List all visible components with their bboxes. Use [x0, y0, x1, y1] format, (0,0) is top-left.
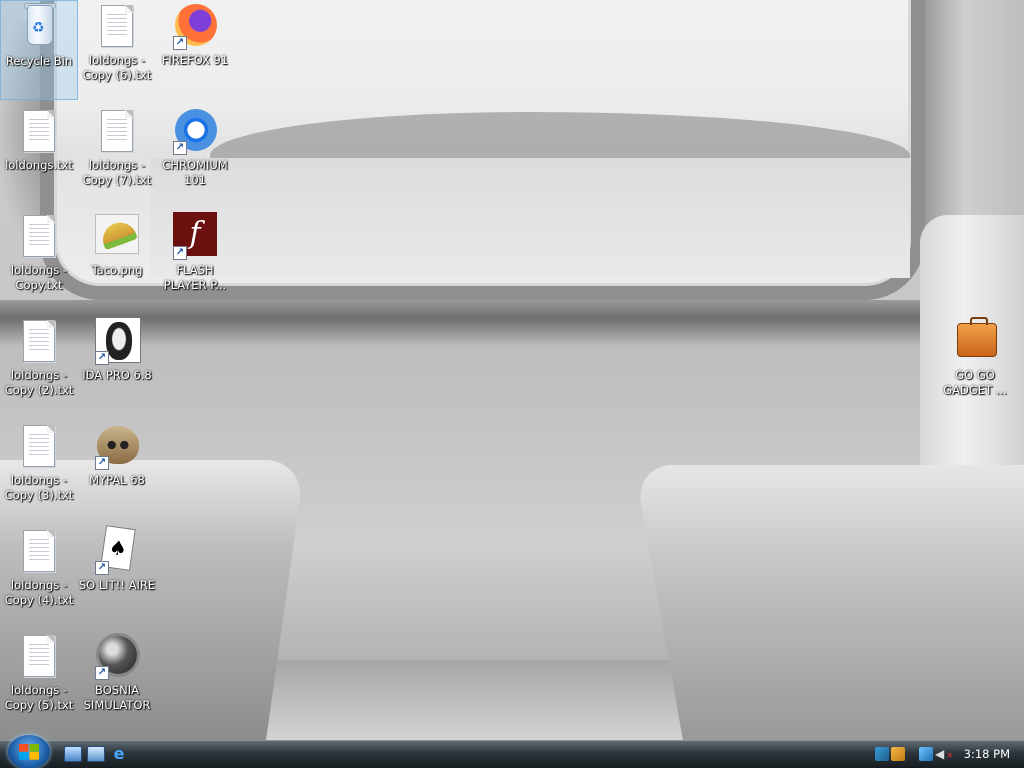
taskbar: e ◀ 3:18 PM	[0, 735, 1024, 768]
icon-label: CHROMIUM 101	[162, 158, 228, 187]
shortcut-arrow-icon: ↗	[95, 561, 109, 575]
desktop-icon-chromium[interactable]: ↗ CHROMIUM 101	[156, 105, 234, 205]
wallpaper-sea	[150, 158, 910, 278]
icon-label: FLASH PLAYER P...	[163, 263, 227, 292]
desktop-icon-loldongs-copy-4[interactable]: loldongs - Copy (4).txt	[0, 525, 78, 625]
desktop-icon-firefox[interactable]: ↗ FIREFOX 91	[156, 0, 234, 100]
desktop-icon-loldongs-copy[interactable]: loldongs - Copy.txt	[0, 210, 78, 310]
icon-label: loldongs - Copy (7).txt	[82, 158, 152, 187]
icon-label: loldongs - Copy (6).txt	[82, 53, 152, 82]
text-file-icon	[15, 212, 63, 260]
volume-muted-icon[interactable]: ◀	[935, 747, 953, 763]
system-tray: ◀ 3:18 PM	[869, 741, 1024, 768]
icon-label: Taco.png	[91, 263, 143, 277]
clock[interactable]: 3:18 PM	[964, 741, 1010, 767]
solitaire-cards-icon: ♠ ↗	[93, 525, 141, 575]
tray-app-icon[interactable]	[875, 747, 889, 761]
icon-label: Recycle Bin	[5, 54, 73, 68]
firefox-icon: ↗	[171, 2, 219, 50]
text-file-icon	[15, 527, 63, 575]
show-desktop-icon[interactable]	[64, 746, 82, 762]
briefcase-icon	[951, 317, 999, 365]
desktop-icon-mypal[interactable]: ↗ MYPAL 68	[78, 420, 156, 520]
mine-icon: ↗	[93, 632, 141, 680]
desktop-icon-go-go-gadget[interactable]: GO GO GADGET ...	[936, 315, 1014, 415]
icon-label: loldongs - Copy (3).txt	[4, 473, 74, 502]
text-file-icon	[15, 632, 63, 680]
text-file-icon	[93, 107, 141, 155]
icon-label: loldongs - Copy.txt	[10, 263, 68, 292]
icon-label: GO GO GADGET ...	[943, 368, 1007, 397]
shortcut-arrow-icon: ↗	[173, 141, 187, 155]
text-file-icon	[93, 2, 141, 50]
desktop-icon-loldongs-copy-3[interactable]: loldongs - Copy (3).txt	[0, 420, 78, 520]
internet-explorer-icon[interactable]: e	[110, 745, 128, 763]
text-file-icon	[15, 107, 63, 155]
icon-label: loldongs - Copy (5).txt	[4, 683, 74, 712]
taco-image-icon	[93, 212, 141, 260]
start-button[interactable]	[8, 735, 50, 768]
mypal-raccoon-icon: ↗	[93, 422, 141, 470]
shortcut-arrow-icon: ↗	[173, 246, 187, 260]
ida-pro-icon: ↗	[93, 317, 141, 365]
windows-logo-icon	[19, 744, 39, 760]
shortcut-arrow-icon: ↗	[95, 351, 109, 365]
icon-label: FIREFOX 91	[161, 53, 229, 67]
icon-label: loldongs - Copy (2).txt	[4, 368, 74, 397]
desktop-icon-bosnia-simulator[interactable]: ↗ BOSNIA SIMULATOR	[78, 630, 156, 730]
desktop-icon-loldongs-copy-6[interactable]: loldongs - Copy (6).txt	[78, 0, 156, 100]
icon-label: BOSNIA SIMULATOR	[83, 683, 151, 712]
desktop-icon-recycle-bin[interactable]: ♻ Recycle Bin	[0, 0, 78, 100]
wallpaper-right-seat	[634, 465, 1024, 740]
icon-label: loldongs.txt	[5, 158, 73, 172]
desktop-icon-flash-player[interactable]: f ↗ FLASH PLAYER P...	[156, 210, 234, 310]
shortcut-arrow-icon: ↗	[173, 36, 187, 50]
desktop-icon-ida-pro[interactable]: ↗ IDA PRO 6.8	[78, 315, 156, 415]
desktop-icon-taco[interactable]: Taco.png	[78, 210, 156, 310]
chromium-icon: ↗	[171, 107, 219, 155]
desktop-icon-loldongs-copy-2[interactable]: loldongs - Copy (2).txt	[0, 315, 78, 415]
desktop-icon-solitaire[interactable]: ♠ ↗ SO LIT!! AIRE	[78, 525, 156, 625]
desktop-icon-loldongs[interactable]: loldongs.txt	[0, 105, 78, 205]
switch-windows-icon[interactable]	[87, 746, 105, 762]
recycle-bin-icon: ♻	[15, 3, 63, 51]
icon-label: IDA PRO 6.8	[82, 368, 152, 382]
tray-security-icon[interactable]	[891, 747, 905, 761]
desktop-icon-loldongs-copy-5[interactable]: loldongs - Copy (5).txt	[0, 630, 78, 730]
text-file-icon	[15, 422, 63, 470]
icon-label: MYPAL 68	[89, 473, 145, 487]
shortcut-arrow-icon: ↗	[95, 666, 109, 680]
icon-label: loldongs - Copy (4).txt	[4, 578, 74, 607]
flash-player-icon: f ↗	[171, 212, 219, 260]
shortcut-arrow-icon: ↗	[95, 456, 109, 470]
text-file-icon	[15, 317, 63, 365]
desktop-icon-loldongs-copy-7[interactable]: loldongs - Copy (7).txt	[78, 105, 156, 205]
network-icon[interactable]	[919, 747, 933, 761]
icon-label: SO LIT!! AIRE	[78, 578, 156, 592]
